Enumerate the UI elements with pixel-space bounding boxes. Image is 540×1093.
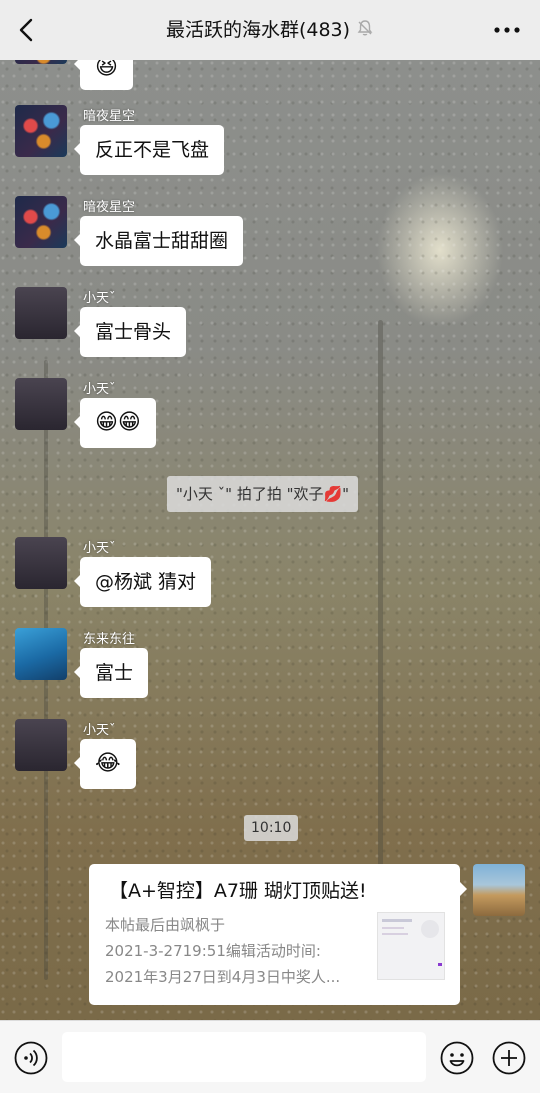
message-bubble[interactable]: 反正不是飞盘 <box>73 125 225 175</box>
emoji-button[interactable] <box>440 1041 474 1075</box>
thumbnail-image <box>382 919 442 966</box>
voice-icon <box>14 1041 48 1075</box>
message-bubble[interactable]: @杨斌 猜对 <box>73 557 212 607</box>
more-dots-icon <box>494 27 520 33</box>
message-bubble[interactable]: 富士骨头 <box>73 307 187 357</box>
chat-screen: 最活跃的海水群(483) 😆 暗夜星空 反正不是飞盘 暗夜星空 水晶富士甜甜圈 … <box>0 0 540 1093</box>
sender-name: 小天ˇ <box>83 382 116 397</box>
timestamp: 10:10 <box>244 815 299 841</box>
avatar[interactable] <box>15 196 67 248</box>
chat-title-wrapper: 最活跃的海水群(483) <box>0 0 540 60</box>
more-functions-button[interactable] <box>492 1041 526 1075</box>
avatar[interactable] <box>15 287 67 339</box>
mute-bell-icon <box>356 1 374 61</box>
avatar[interactable] <box>15 378 67 430</box>
share-card[interactable]: 【A+智控】A7珊 瑚灯顶贴送! 本帖最后由飒枫于 2021-3-2719:51… <box>89 864 467 1005</box>
share-card-desc-line: 本帖最后由飒枫于 <box>105 916 226 934</box>
chat-title: 最活跃的海水群(483) <box>165 19 351 41</box>
voice-input-button[interactable] <box>14 1041 48 1075</box>
avatar[interactable] <box>15 628 67 680</box>
sender-name: 暗夜星空 <box>83 109 136 124</box>
smiley-icon <box>440 1041 474 1075</box>
my-avatar[interactable] <box>473 864 525 916</box>
share-card-description: 本帖最后由飒枫于 2021-3-2719:51编辑活动时间: 2021年3月27… <box>105 912 367 990</box>
message-bubble[interactable]: 😂 <box>74 739 136 789</box>
input-bar <box>0 1020 540 1093</box>
message-bubble[interactable]: 水晶富士甜甜圈 <box>73 216 244 266</box>
sender-name: 东来东往 <box>83 632 136 647</box>
share-card-title: 【A+智控】A7珊 瑚灯顶贴送! <box>109 880 367 902</box>
more-options-button[interactable] <box>492 18 522 42</box>
share-card-desc-line: 2021年3月27日到4月3日中奖人... <box>105 968 341 986</box>
sender-name: 小天ˇ <box>83 723 116 738</box>
system-notice: "小天 ˇ" 拍了拍 "欢子💋" <box>167 476 359 512</box>
message-bubble[interactable]: 富士 <box>73 648 149 698</box>
sender-name: 小天ˇ <box>83 541 116 556</box>
avatar[interactable] <box>15 537 67 589</box>
avatar[interactable] <box>15 719 67 771</box>
top-bar: 最活跃的海水群(483) <box>0 0 540 60</box>
share-card-thumbnail <box>377 912 445 980</box>
message-input[interactable] <box>62 1032 426 1082</box>
share-card-desc-line: 2021-3-2719:51编辑活动时间: <box>105 942 321 960</box>
message-bubble[interactable]: 😁😁 <box>74 398 156 448</box>
sender-name: 小天ˇ <box>83 291 116 306</box>
avatar[interactable] <box>15 105 67 157</box>
sender-name: 暗夜星空 <box>83 200 136 215</box>
plus-icon <box>492 1041 526 1075</box>
